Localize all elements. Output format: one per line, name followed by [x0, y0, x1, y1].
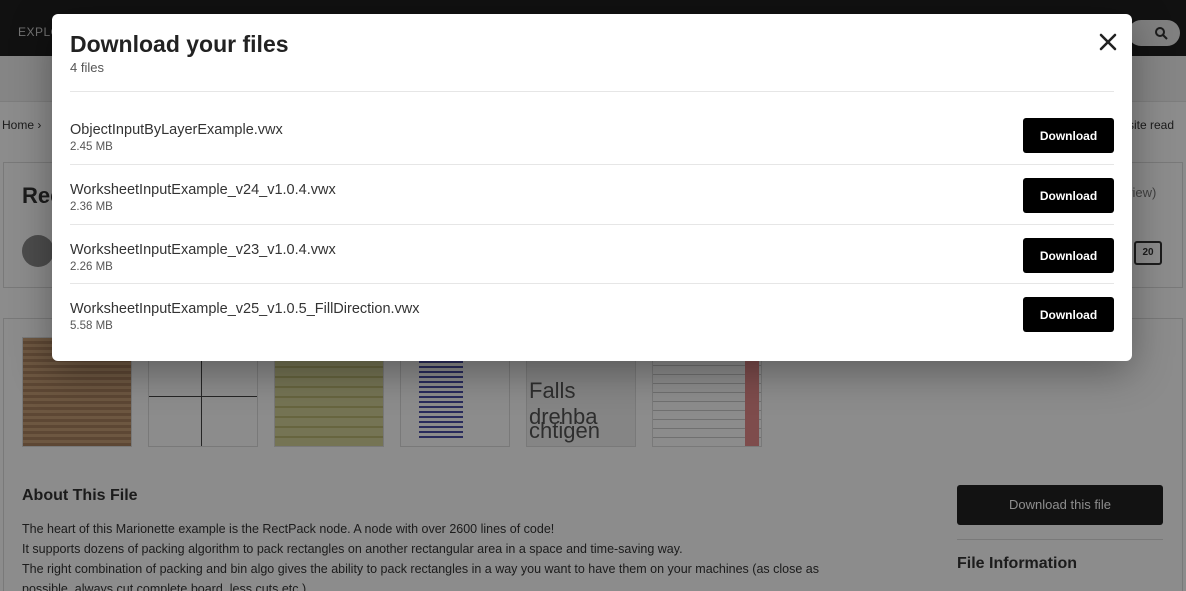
- file-row: WorksheetInputExample_v25_v1.0.5_FillDir…: [70, 283, 1114, 343]
- file-row: ObjectInputByLayerExample.vwx 2.45 MB Do…: [70, 105, 1114, 165]
- divider: [70, 91, 1114, 92]
- file-size: 2.26 MB: [70, 261, 113, 273]
- file-name: ObjectInputByLayerExample.vwx: [70, 122, 283, 138]
- download-button[interactable]: Download: [1023, 118, 1114, 153]
- download-button[interactable]: Download: [1023, 238, 1114, 273]
- file-name: WorksheetInputExample_v25_v1.0.5_FillDir…: [70, 301, 420, 317]
- file-row: WorksheetInputExample_v24_v1.0.4.vwx 2.3…: [70, 164, 1114, 224]
- file-count: 4 files: [70, 60, 104, 75]
- file-size: 2.36 MB: [70, 201, 113, 213]
- file-name: WorksheetInputExample_v23_v1.0.4.vwx: [70, 242, 336, 258]
- modal-title: Download your files: [70, 31, 289, 57]
- download-button[interactable]: Download: [1023, 178, 1114, 213]
- file-name: WorksheetInputExample_v24_v1.0.4.vwx: [70, 182, 336, 198]
- file-size: 5.58 MB: [70, 320, 113, 332]
- file-size: 2.45 MB: [70, 141, 113, 153]
- download-button[interactable]: Download: [1023, 297, 1114, 332]
- close-button[interactable]: [1097, 31, 1119, 53]
- download-files-modal: Download your files 4 files ObjectInputB…: [52, 14, 1132, 361]
- close-icon: [1099, 33, 1117, 51]
- file-row: WorksheetInputExample_v23_v1.0.4.vwx 2.2…: [70, 224, 1114, 284]
